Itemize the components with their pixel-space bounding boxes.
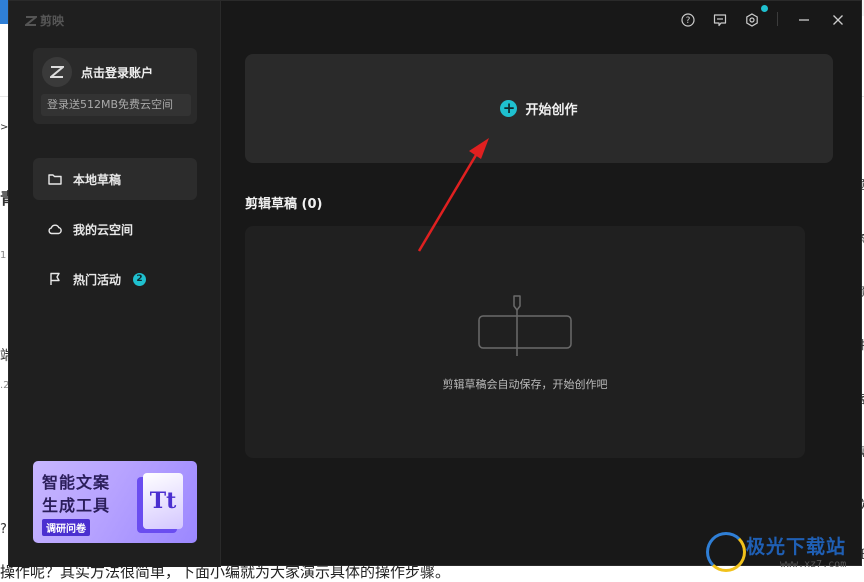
- feedback-icon[interactable]: [711, 11, 729, 29]
- site-watermark: 极光下载站 www.xz7.com: [704, 528, 864, 578]
- promo-line1: 智能文案: [42, 473, 111, 492]
- promo-line2: 生成工具: [42, 496, 111, 515]
- brand-name: 剪映: [40, 14, 65, 28]
- nav-item-hot-activities[interactable]: 热门活动 2: [33, 258, 197, 300]
- empty-drafts-text: 剪辑草稿会自动保存，开始创作吧: [442, 378, 608, 391]
- drafts-empty-area: 剪辑草稿会自动保存，开始创作吧: [245, 226, 805, 458]
- help-icon[interactable]: ?: [679, 11, 697, 29]
- settings-icon[interactable]: [743, 11, 761, 29]
- svg-text:?: ?: [686, 16, 691, 26]
- update-dot: [761, 5, 768, 12]
- close-icon[interactable]: [829, 11, 847, 29]
- minimize-icon[interactable]: [795, 11, 813, 29]
- empty-drafts-icon: [478, 295, 572, 356]
- flag-icon: [50, 272, 60, 285]
- brand: 剪映: [25, 12, 64, 29]
- background-divider: [0, 96, 8, 97]
- controls-separator: [777, 12, 778, 26]
- promo-banner[interactable]: 智能文案 生成工具 调研问卷 Tt: [33, 461, 197, 543]
- start-creating-button[interactable]: + 开始创作: [245, 54, 833, 163]
- login-promo-text[interactable]: 登录送512MB免费云空间: [41, 94, 191, 116]
- nav-item-label: 热门活动: [73, 272, 122, 287]
- text-style-icon: Tt: [143, 473, 183, 529]
- plus-icon: +: [500, 100, 518, 117]
- login-title[interactable]: 点击登录账户: [81, 64, 153, 81]
- watermark-logo-icon: [706, 532, 746, 572]
- watermark-title: 极光下载站: [746, 536, 847, 558]
- start-creating-label: 开始创作: [525, 103, 578, 118]
- folder-icon: [48, 174, 62, 185]
- jianying-logo-icon: [25, 15, 37, 26]
- watermark-url: www.xz7.com: [780, 559, 847, 570]
- nav-item-label: 我的云空间: [73, 222, 134, 237]
- nav-item-cloud-space[interactable]: 我的云空间: [33, 208, 197, 250]
- promo-tag: 调研问卷: [42, 519, 90, 536]
- cloud-icon: [48, 224, 62, 235]
- sidebar: 剪映 点击登录账户 登录送512MB免费云空间 本地草稿 我的云空间 热门活动 …: [9, 1, 221, 567]
- jianying-window: 剪映 点击登录账户 登录送512MB免费云空间 本地草稿 我的云空间 热门活动 …: [8, 0, 862, 567]
- jianying-logo-icon: [50, 66, 64, 78]
- avatar[interactable]: [42, 57, 72, 87]
- background-char: ?: [0, 522, 7, 537]
- nav-item-local-drafts[interactable]: 本地草稿: [33, 158, 197, 200]
- drafts-section-title: 剪辑草稿 (0): [245, 197, 323, 212]
- background-char: 1: [0, 250, 7, 261]
- nav-item-label: 本地草稿: [73, 172, 122, 187]
- login-card[interactable]: 点击登录账户 登录送512MB免费云空间: [33, 48, 197, 124]
- notification-badge: 2: [133, 272, 147, 286]
